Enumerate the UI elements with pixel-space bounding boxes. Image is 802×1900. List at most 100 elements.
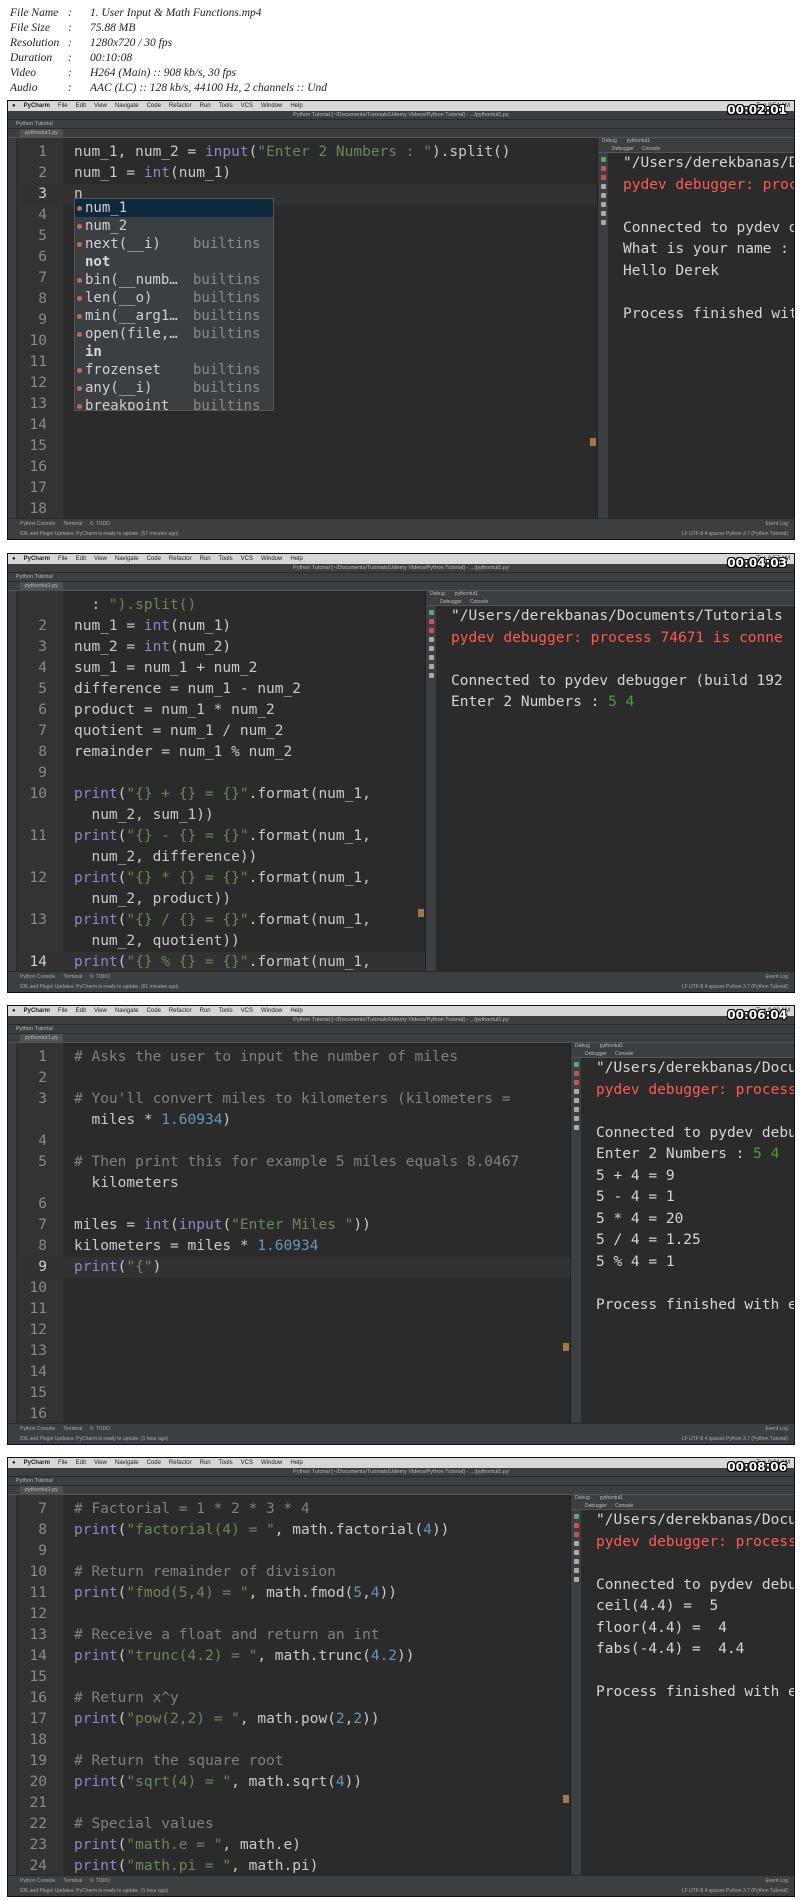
event-log-button[interactable]: Event Log — [765, 1876, 794, 1886]
code-line[interactable]: 6 product = num_1 * num_2 — [17, 700, 425, 721]
step-into-icon[interactable] — [600, 193, 606, 198]
menu-item[interactable]: Window — [261, 556, 282, 562]
menu-item[interactable]: Tools — [219, 556, 233, 562]
autocomplete-item[interactable]: open(file,… builtins — [75, 325, 273, 343]
settings-icon[interactable] — [600, 220, 606, 225]
evaluate-icon[interactable] — [600, 211, 606, 216]
menu-item[interactable]: File — [58, 556, 68, 562]
code-line[interactable]: 24 print("math.pi = ", math.pi) — [17, 1856, 570, 1877]
stop-icon[interactable] — [428, 619, 434, 624]
code-line[interactable]: 4 sum_1 = num_1 + num_2 — [17, 658, 425, 679]
code-line[interactable]: num_2, sum_1)) — [17, 805, 425, 826]
step-out-icon[interactable] — [573, 1107, 579, 1112]
code-line[interactable]: 6 — [17, 1194, 570, 1215]
code-line[interactable]: 16 — [17, 457, 597, 478]
resume-icon[interactable] — [573, 1062, 579, 1067]
autocomplete-item[interactable]: num_1 — [75, 199, 273, 217]
tool-window-button[interactable]: Python Console — [20, 1424, 55, 1434]
menu-item[interactable]: Run — [200, 1008, 211, 1014]
breakpoint-icon[interactable] — [428, 628, 434, 633]
code-line[interactable]: 13 print("{} / {} = {}".format(num_1, — [17, 910, 425, 931]
menu-item[interactable]: VCS — [241, 1460, 253, 1466]
code-line[interactable]: 21 — [17, 1793, 570, 1814]
autocomplete-item[interactable]: min(__arg1… builtins — [75, 307, 273, 325]
menu-item[interactable]: Edit — [76, 1460, 86, 1466]
project-tool-strip[interactable] — [8, 1043, 17, 1423]
code-line[interactable]: 18 — [17, 1730, 570, 1751]
apple-icon[interactable]: ● — [12, 103, 16, 109]
menu-item[interactable]: Edit — [76, 103, 86, 109]
code-line[interactable]: 9 print("{") — [17, 1257, 570, 1278]
code-line[interactable]: 12 print("{} * {} = {}".format(num_1, — [17, 868, 425, 889]
resume-icon[interactable] — [573, 1514, 579, 1519]
code-line[interactable]: 14 print("{} % {} = {}".format(num_1, — [17, 952, 425, 973]
code-editor[interactable]: 7 # Factorial = 1 * 2 * 3 * 4 8 print("fact… — [17, 1495, 570, 1875]
menu-item[interactable]: Refactor — [169, 103, 192, 109]
stop-icon[interactable] — [573, 1071, 579, 1076]
code-line[interactable]: 8 print("factorial(4) = ", math.factorial… — [17, 1520, 570, 1541]
code-editor[interactable]: 1 num_1, num_2 = input("Enter 2 Numbers :… — [17, 138, 597, 518]
debug-console[interactable]: "/Users/derekbanas/Documents/Tutorials py… — [581, 1058, 794, 1423]
menu-item[interactable]: View — [94, 556, 107, 562]
code-line[interactable]: 11 — [17, 1299, 570, 1320]
debug-run-tab[interactable]: pythontut1 — [455, 591, 478, 597]
code-line[interactable]: 2 num_1 = int(num_1) — [17, 616, 425, 637]
breadcrumb[interactable]: Python Tutorial — [8, 573, 794, 582]
debug-run-tab[interactable]: pythontut1 — [600, 1043, 623, 1049]
debug-run-tab[interactable]: pythontut1 — [600, 1495, 623, 1501]
menu-item[interactable]: File — [58, 103, 68, 109]
evaluate-icon[interactable] — [573, 1568, 579, 1573]
code-line[interactable]: 14 — [17, 1362, 570, 1383]
menu-item[interactable]: Help — [290, 103, 302, 109]
project-tool-strip[interactable] — [8, 591, 17, 971]
code-line[interactable]: 5 # Then print this for example 5 miles e… — [17, 1152, 570, 1173]
menu-item[interactable]: Window — [261, 1008, 282, 1014]
code-line[interactable]: 15 — [17, 1383, 570, 1404]
code-line[interactable]: 22 # Special values — [17, 1814, 570, 1835]
menu-item[interactable]: Run — [200, 1460, 211, 1466]
breadcrumb[interactable]: Python Tutorial — [8, 1477, 794, 1486]
file-tab[interactable]: pythontut1.py — [20, 1486, 64, 1495]
menu-item[interactable]: Navigate — [115, 103, 139, 109]
menu-item[interactable]: Help — [290, 556, 302, 562]
debug-tab[interactable]: Debugger — [585, 1050, 607, 1057]
autocomplete-item[interactable]: in — [75, 343, 273, 361]
menu-item[interactable]: Tools — [219, 103, 233, 109]
menu-item[interactable]: View — [94, 1008, 107, 1014]
menu-item[interactable]: VCS — [241, 103, 253, 109]
menu-item[interactable]: Refactor — [169, 1460, 192, 1466]
breakpoint-icon[interactable] — [600, 175, 606, 180]
tool-window-button[interactable]: 6: TODO — [90, 1876, 110, 1886]
project-tool-strip[interactable] — [8, 138, 17, 518]
apple-icon[interactable]: ● — [12, 556, 16, 562]
resume-icon[interactable] — [600, 157, 606, 162]
code-line[interactable]: 19 # Return the square root — [17, 1751, 570, 1772]
code-line[interactable]: 13 # Receive a float and return an int — [17, 1625, 570, 1646]
breadcrumb[interactable]: Python Tutorial — [8, 1025, 794, 1034]
code-line[interactable]: 8 remainder = num_1 % num_2 — [17, 742, 425, 763]
tool-window-button[interactable]: Python Console — [20, 972, 55, 982]
step-over-icon[interactable] — [600, 184, 606, 189]
evaluate-icon[interactable] — [428, 664, 434, 669]
menu-item[interactable]: Navigate — [115, 1008, 139, 1014]
code-line[interactable]: 20 print("sqrt(4) = ", math.sqrt(4)) — [17, 1772, 570, 1793]
code-line[interactable]: num_2, difference)) — [17, 847, 425, 868]
autocomplete-item[interactable]: len(__o) builtins — [75, 289, 273, 307]
menu-item[interactable]: VCS — [241, 1008, 253, 1014]
code-line[interactable]: 10 — [17, 1278, 570, 1299]
apple-icon[interactable]: ● — [12, 1460, 16, 1466]
resume-icon[interactable] — [428, 610, 434, 615]
code-area[interactable]: 1 # Asks the user to input the number of … — [17, 1043, 570, 1423]
autocomplete-item[interactable]: not — [75, 253, 273, 271]
menu-item[interactable]: VCS — [241, 556, 253, 562]
code-line[interactable]: 1 num_1, num_2 = input("Enter 2 Numbers :… — [17, 142, 597, 163]
autocomplete-item[interactable]: next(__i) builtins — [75, 235, 273, 253]
step-out-icon[interactable] — [600, 202, 606, 207]
code-line[interactable]: 12 — [17, 1320, 570, 1341]
autocomplete-item[interactable]: any(__i) builtins — [75, 379, 273, 397]
code-line[interactable]: 16 # Return x^y — [17, 1688, 570, 1709]
autocomplete-item[interactable]: frozenset builtins — [75, 361, 273, 379]
breakpoint-icon[interactable] — [573, 1080, 579, 1085]
code-line[interactable]: miles * 1.60934) — [17, 1110, 570, 1131]
menu-item[interactable]: Navigate — [115, 1460, 139, 1466]
